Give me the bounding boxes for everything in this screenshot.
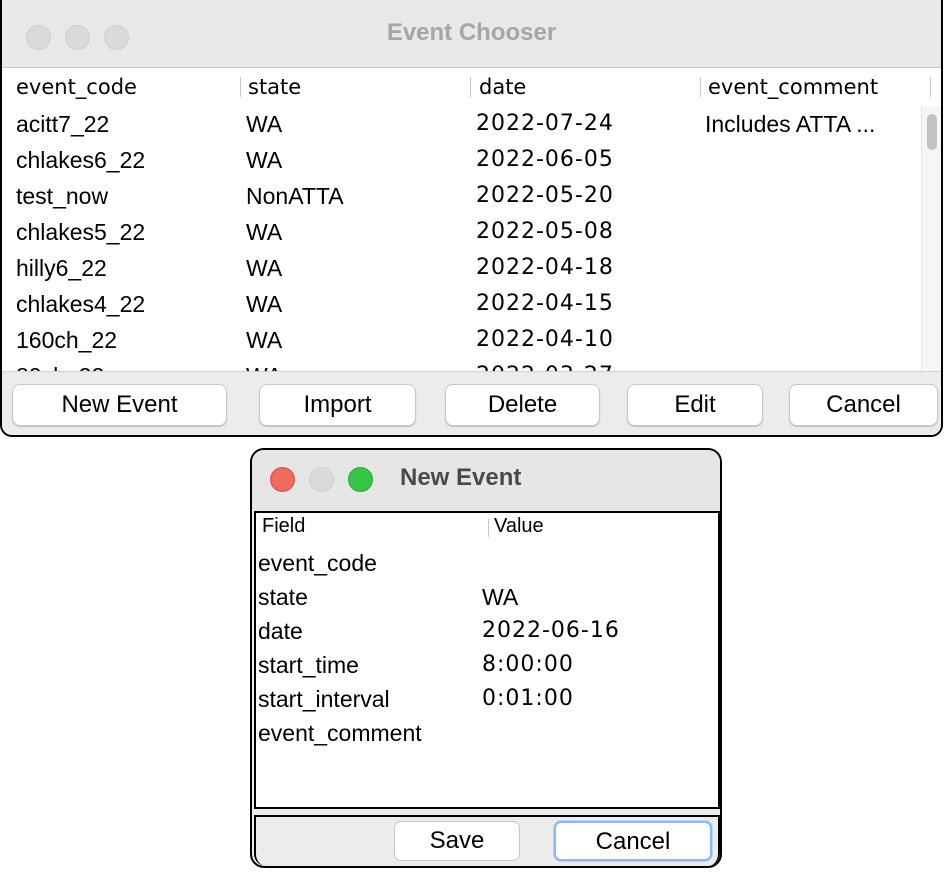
table-row[interactable]: chlakes4_22 WA 2022-04-15 xyxy=(2,286,932,322)
column-divider[interactable] xyxy=(240,77,241,97)
field-value[interactable]: 0:01:00 xyxy=(482,682,574,716)
field-value[interactable]: 8:00:00 xyxy=(482,648,574,682)
date-cell: 2022-04-10 xyxy=(476,327,614,352)
event-code-cell: test_now xyxy=(16,183,109,209)
window-title: New Event xyxy=(400,464,522,491)
date-cell: 2022-06-05 xyxy=(476,147,614,172)
field-row-state[interactable]: state WA xyxy=(256,580,718,614)
state-cell: WA xyxy=(246,255,283,281)
field-name: state xyxy=(258,584,308,610)
column-header-date[interactable]: date xyxy=(479,68,526,106)
date-cell: 2022-04-18 xyxy=(476,255,614,280)
cancel-button[interactable]: Cancel xyxy=(554,821,712,861)
state-cell: WA xyxy=(246,111,283,137)
delete-button[interactable]: Delete xyxy=(445,384,600,426)
table-row[interactable]: 160ch_22 WA 2022-04-10 xyxy=(2,322,932,358)
table-header: event_code state date event_comment xyxy=(2,68,941,106)
state-cell: WA xyxy=(246,327,283,353)
save-button[interactable]: Save xyxy=(394,821,520,861)
table-row[interactable]: hilly6_22 WA 2022-04-18 xyxy=(2,250,932,286)
event-code-cell: acitt7_22 xyxy=(16,111,110,137)
event-code-cell: chlakes5_22 xyxy=(16,219,146,245)
column-divider[interactable] xyxy=(700,77,701,97)
window-controls xyxy=(270,467,373,492)
event-fields-table: Field Value event_code state WA date 202… xyxy=(254,511,720,809)
column-divider[interactable] xyxy=(470,77,471,97)
date-cell: 2022-05-20 xyxy=(476,183,614,208)
field-value[interactable]: 2022-06-16 xyxy=(482,614,620,648)
event-code-cell: 80ch_22 xyxy=(16,358,104,371)
close-window-button[interactable] xyxy=(270,467,295,492)
state-cell: WA xyxy=(246,219,283,245)
table-header: Field Value xyxy=(256,513,718,543)
date-cell: 2022-04-15 xyxy=(476,291,614,316)
table-row[interactable]: acitt7_22 WA 2022-07-24 Includes ATTA ..… xyxy=(2,106,932,142)
state-cell: WA xyxy=(246,291,283,317)
state-cell: WA xyxy=(246,147,283,173)
zoom-window-button[interactable] xyxy=(348,467,373,492)
new-event-button[interactable]: New Event xyxy=(12,384,227,426)
event-chooser-window: Event Chooser event_code state date even… xyxy=(0,0,943,437)
field-name: start_time xyxy=(258,652,359,678)
window-title: Event Chooser xyxy=(386,19,557,46)
cancel-button[interactable]: Cancel xyxy=(789,384,938,426)
field-name: start_interval xyxy=(258,686,390,712)
column-header-event-code[interactable]: event_code xyxy=(16,68,137,106)
column-header-event-comment[interactable]: event_comment xyxy=(708,68,878,106)
column-divider[interactable] xyxy=(488,519,489,537)
event-code-cell: hilly6_22 xyxy=(16,255,107,281)
vertical-scrollbar[interactable] xyxy=(921,106,941,371)
event-chooser-titlebar: Event Chooser xyxy=(2,0,941,68)
import-button[interactable]: Import xyxy=(259,384,416,426)
date-cell: 2022-03-27 xyxy=(476,358,614,371)
minimize-window-button[interactable] xyxy=(309,467,334,492)
event-code-cell: chlakes4_22 xyxy=(16,291,146,317)
state-cell: WA xyxy=(246,358,282,371)
field-row-date[interactable]: date 2022-06-16 xyxy=(256,614,718,648)
field-name: date xyxy=(258,618,303,644)
table-row[interactable]: chlakes6_22 WA 2022-06-05 xyxy=(2,142,932,178)
column-divider[interactable] xyxy=(930,77,931,97)
field-row-start-time[interactable]: start_time 8:00:00 xyxy=(256,648,718,682)
date-cell: 2022-05-08 xyxy=(476,219,614,244)
date-cell: 2022-07-24 xyxy=(476,111,614,136)
scrollbar-thumb[interactable] xyxy=(927,114,937,150)
new-event-window: New Event Field Value event_code state W… xyxy=(250,448,722,868)
field-row-event-code[interactable]: event_code xyxy=(256,546,718,580)
table-row[interactable]: chlakes5_22 WA 2022-05-08 xyxy=(2,214,932,250)
chooser-button-bar: New Event Import Delete Edit Cancel xyxy=(2,371,941,435)
field-row-start-interval[interactable]: start_interval 0:01:00 xyxy=(256,682,718,716)
column-header-value[interactable]: Value xyxy=(494,515,544,538)
table-row[interactable]: test_now NonATTA 2022-05-20 xyxy=(2,178,932,214)
edit-button[interactable]: Edit xyxy=(627,384,763,426)
event-comment-cell: Includes ATTA ... xyxy=(705,111,876,137)
field-value[interactable]: WA xyxy=(482,580,518,614)
event-code-cell: 160ch_22 xyxy=(16,327,118,353)
table-row[interactable]: 80ch_22 WA 2022-03-27 xyxy=(2,358,932,371)
field-name: event_comment xyxy=(258,720,422,746)
new-event-titlebar: New Event xyxy=(252,450,720,510)
event-code-cell: chlakes6_22 xyxy=(16,147,146,173)
state-cell: NonATTA xyxy=(246,183,344,209)
field-row-event-comment[interactable]: event_comment xyxy=(256,716,718,750)
column-header-state[interactable]: state xyxy=(248,68,301,106)
field-name: event_code xyxy=(258,550,377,576)
new-event-button-bar: Save Cancel xyxy=(254,815,720,866)
column-header-field[interactable]: Field xyxy=(262,515,305,538)
events-table: event_code state date event_comment acit… xyxy=(2,68,941,371)
